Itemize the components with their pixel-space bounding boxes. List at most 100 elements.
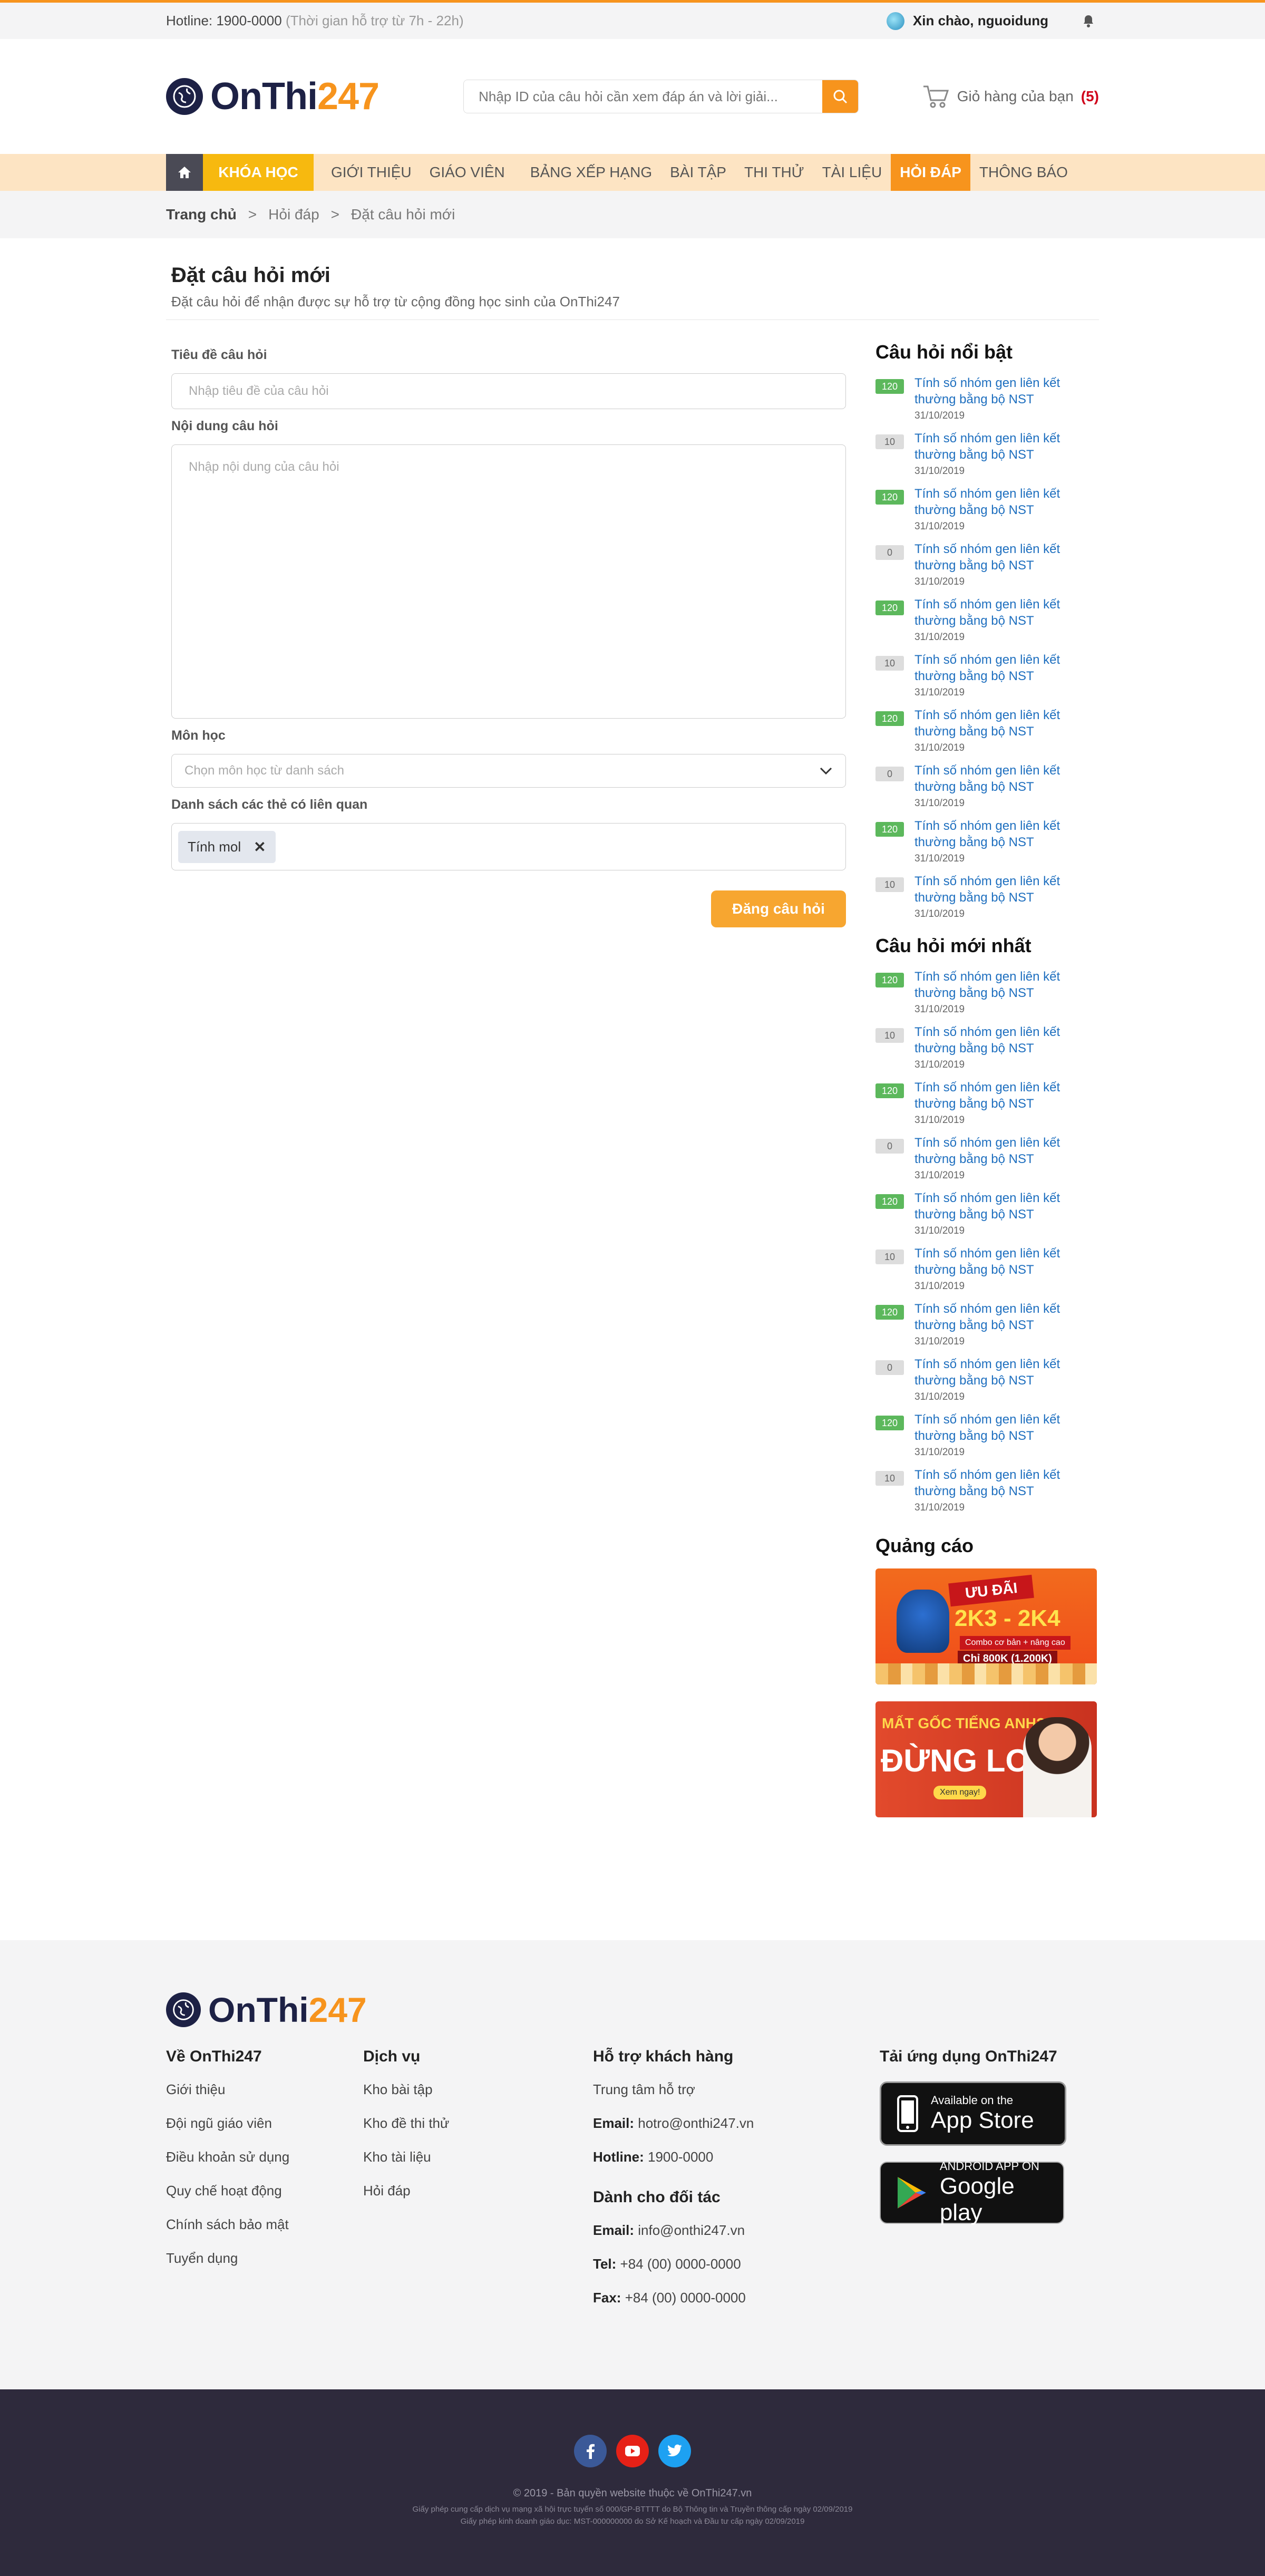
question-title-link[interactable]: Tính số nhóm gen liên kết thường bằng bộ… — [914, 1024, 1067, 1057]
answer-count-badge: 120 — [875, 1416, 904, 1430]
question-item[interactable]: 120 Tính số nhóm gen liên kết thường bằng… — [875, 1190, 1097, 1237]
question-title-link[interactable]: Tính số nhóm gen liên kết thường bằng bộ… — [914, 541, 1067, 574]
nav-thi-thu[interactable]: THI THỬ — [735, 154, 813, 191]
support-hotline-value[interactable]: 1900-0000 — [648, 2149, 713, 2165]
partner-email-value[interactable]: info@onthi247.vn — [638, 2222, 745, 2238]
footer-link-hoi-dap[interactable]: Hỏi đáp — [363, 2183, 593, 2199]
footer-link-tuyen-dung[interactable]: Tuyển dụng — [166, 2250, 363, 2267]
youtube-icon[interactable] — [616, 2435, 649, 2467]
question-title-link[interactable]: Tính số nhóm gen liên kết thường bằng bộ… — [914, 818, 1067, 850]
nav-thong-bao[interactable]: THÔNG BÁO — [970, 154, 1077, 191]
question-title-link[interactable]: Tính số nhóm gen liên kết thường bằng bộ… — [914, 1356, 1067, 1389]
search-input[interactable] — [464, 80, 823, 113]
nav-bai-tap[interactable]: BÀI TẬP — [661, 154, 735, 191]
question-item[interactable]: 120 Tính số nhóm gen liên kết thường bằng… — [875, 1411, 1097, 1458]
ad-banner-english[interactable]: MẤT GỐC TIẾNG ANH? ĐỪNG LO Xem ngay! — [875, 1701, 1097, 1817]
question-item[interactable]: 0 Tính số nhóm gen liên kết thường bằng b… — [875, 762, 1097, 809]
home-button[interactable] — [166, 154, 203, 191]
submit-question-button[interactable]: Đăng câu hỏi — [711, 890, 846, 927]
question-item[interactable]: 120 Tính số nhóm gen liên kết thường bằng… — [875, 707, 1097, 754]
globe-icon — [166, 78, 203, 115]
question-title-link[interactable]: Tính số nhóm gen liên kết thường bằng bộ… — [914, 596, 1067, 629]
question-item[interactable]: 10 Tính số nhóm gen liên kết thường bằng … — [875, 1245, 1097, 1292]
content-textarea[interactable]: Nhập nội dung của câu hỏi — [171, 444, 846, 719]
latest-questions-title: Câu hỏi mới nhất — [875, 935, 1032, 956]
question-item[interactable]: 10 Tính số nhóm gen liên kết thường bằng … — [875, 652, 1097, 699]
google-play-button[interactable]: ANDROID APP ON Google play — [880, 2159, 1064, 2225]
site-footer: OnThi247 Về OnThi247 Giới thiệu Đội ngũ … — [0, 1940, 1265, 2389]
search-button[interactable] — [822, 80, 859, 113]
question-item[interactable]: 10 Tính số nhóm gen liên kết thường bằng … — [875, 873, 1097, 920]
footer-link-kho-tai-lieu[interactable]: Kho tài liệu — [363, 2149, 593, 2165]
question-title-link[interactable]: Tính số nhóm gen liên kết thường bằng bộ… — [914, 375, 1067, 408]
question-title-link[interactable]: Tính số nhóm gen liên kết thường bằng bộ… — [914, 969, 1067, 1001]
question-title-link[interactable]: Tính số nhóm gen liên kết thường bằng bộ… — [914, 430, 1067, 463]
footer-link-quy-che[interactable]: Quy chế hoạt động — [166, 2183, 363, 2199]
breadcrumb: Trang chủ > Hỏi đáp > Đặt câu hỏi mới — [0, 191, 1265, 238]
app-store-button[interactable]: Available on the App Store — [880, 2081, 1066, 2146]
footer-link-bao-mat[interactable]: Chính sách bảo mật — [166, 2216, 363, 2233]
footer-link-gioi-thieu[interactable]: Giới thiệu — [166, 2081, 363, 2098]
cart-icon — [923, 85, 949, 108]
question-title-link[interactable]: Tính số nhóm gen liên kết thường bằng bộ… — [914, 1135, 1067, 1167]
twitter-icon[interactable] — [658, 2435, 691, 2467]
footer-link-kho-de-thi[interactable]: Kho đề thi thử — [363, 2115, 593, 2132]
question-item[interactable]: 120 Tính số nhóm gen liên kết thường bằng… — [875, 596, 1097, 643]
question-item[interactable]: 120 Tính số nhóm gen liên kết thường bằng… — [875, 818, 1097, 865]
avatar[interactable] — [886, 12, 904, 30]
facebook-icon[interactable] — [574, 2435, 607, 2467]
question-item[interactable]: 0 Tính số nhóm gen liên kết thường bằng b… — [875, 1356, 1097, 1403]
question-title-link[interactable]: Tính số nhóm gen liên kết thường bằng bộ… — [914, 1079, 1067, 1112]
question-item[interactable]: 120 Tính số nhóm gen liên kết thường bằng… — [875, 969, 1097, 1015]
close-icon[interactable]: ✕ — [254, 838, 266, 856]
nav-tai-lieu[interactable]: TÀI LIỆU — [813, 154, 891, 191]
footer-support: Hỗ trợ khách hàng Trung tâm hỗ trợ Email… — [593, 2048, 880, 2323]
question-title-link[interactable]: Tính số nhóm gen liên kết thường bằng bộ… — [914, 1467, 1067, 1499]
breadcrumb-hoi-dap[interactable]: Hỏi đáp — [268, 206, 319, 223]
user-greeting[interactable]: Xin chào, nguoidung — [913, 13, 1048, 29]
copyright-text: © 2019 - Bản quyền website thuộc về OnTh… — [513, 2487, 752, 2499]
footer-link-doi-ngu[interactable]: Đội ngũ giáo viên — [166, 2115, 363, 2132]
footer-apps-title: Tải ứng dụng OnThi247 — [880, 2048, 1057, 2065]
question-title-link[interactable]: Tính số nhóm gen liên kết thường bằng bộ… — [914, 1301, 1067, 1333]
bell-icon[interactable] — [1078, 11, 1099, 32]
answer-count-badge: 0 — [875, 767, 904, 781]
ad-banner-combo[interactable]: ƯU ĐÃI 2K3 - 2K4 Combo cơ bản + nâng cao… — [875, 1568, 1097, 1684]
site-logo[interactable]: OnThi247 — [166, 75, 380, 118]
question-item[interactable]: 10 Tính số nhóm gen liên kết thường bằng … — [875, 430, 1097, 477]
nav-bang-xep-hang[interactable]: BẢNG XẾP HẠNG — [521, 154, 661, 191]
question-item[interactable]: 10 Tính số nhóm gen liên kết thường bằng … — [875, 1467, 1097, 1514]
nav-hoi-dap[interactable]: HỎI ĐÁP — [891, 154, 970, 191]
breadcrumb-home[interactable]: Trang chủ — [166, 206, 237, 223]
question-item[interactable]: 0 Tính số nhóm gen liên kết thường bằng b… — [875, 1135, 1097, 1182]
support-email-value[interactable]: hotro@onthi247.vn — [638, 2115, 754, 2131]
nav-khoa-hoc[interactable]: KHÓA HỌC — [203, 154, 314, 191]
question-item[interactable]: 120 Tính số nhóm gen liên kết thường bằng… — [875, 486, 1097, 532]
question-title-link[interactable]: Tính số nhóm gen liên kết thường bằng bộ… — [914, 1411, 1067, 1444]
footer-link-support-center[interactable]: Trung tâm hỗ trợ — [593, 2081, 880, 2098]
title-input[interactable]: Nhập tiêu đề của câu hỏi — [171, 373, 846, 409]
answer-count-badge: 120 — [875, 490, 904, 505]
cart-link[interactable]: Giỏ hàng của bạn (5) — [922, 84, 1099, 109]
footer-link-kho-bai-tap[interactable]: Kho bài tập — [363, 2081, 593, 2098]
footer-link-dieu-khoan[interactable]: Điều khoản sử dụng — [166, 2149, 363, 2165]
question-title-link[interactable]: Tính số nhóm gen liên kết thường bằng bộ… — [914, 762, 1067, 795]
question-title-link[interactable]: Tính số nhóm gen liên kết thường bằng bộ… — [914, 873, 1067, 906]
question-item[interactable]: 10 Tính số nhóm gen liên kết thường bằng … — [875, 1024, 1097, 1071]
footer-logo[interactable]: OnThi247 — [166, 1990, 1099, 2030]
tags-input[interactable]: Tính mol ✕ — [171, 823, 846, 870]
subject-select[interactable]: Chọn môn học từ danh sách — [171, 754, 846, 788]
question-item[interactable]: 0 Tính số nhóm gen liên kết thường bằng b… — [875, 541, 1097, 588]
question-item[interactable]: 120 Tính số nhóm gen liên kết thường bằng… — [875, 1079, 1097, 1126]
question-text-group: Tính số nhóm gen liên kết thường bằng bộ… — [914, 707, 1067, 754]
question-item[interactable]: 120 Tính số nhóm gen liên kết thường bằng… — [875, 1301, 1097, 1348]
question-title-link[interactable]: Tính số nhóm gen liên kết thường bằng bộ… — [914, 652, 1067, 684]
question-item[interactable]: 120 Tính số nhóm gen liên kết thường bằng… — [875, 375, 1097, 422]
question-title-link[interactable]: Tính số nhóm gen liên kết thường bằng bộ… — [914, 486, 1067, 518]
question-title-link[interactable]: Tính số nhóm gen liên kết thường bằng bộ… — [914, 1245, 1067, 1278]
question-title-link[interactable]: Tính số nhóm gen liên kết thường bằng bộ… — [914, 1190, 1067, 1223]
google-play-icon — [897, 2177, 926, 2209]
nav-gioi-thieu[interactable]: GIỚI THIỆU — [322, 154, 421, 191]
nav-giao-vien[interactable]: GIÁO VIÊN — [421, 154, 514, 191]
question-title-link[interactable]: Tính số nhóm gen liên kết thường bằng bộ… — [914, 707, 1067, 740]
